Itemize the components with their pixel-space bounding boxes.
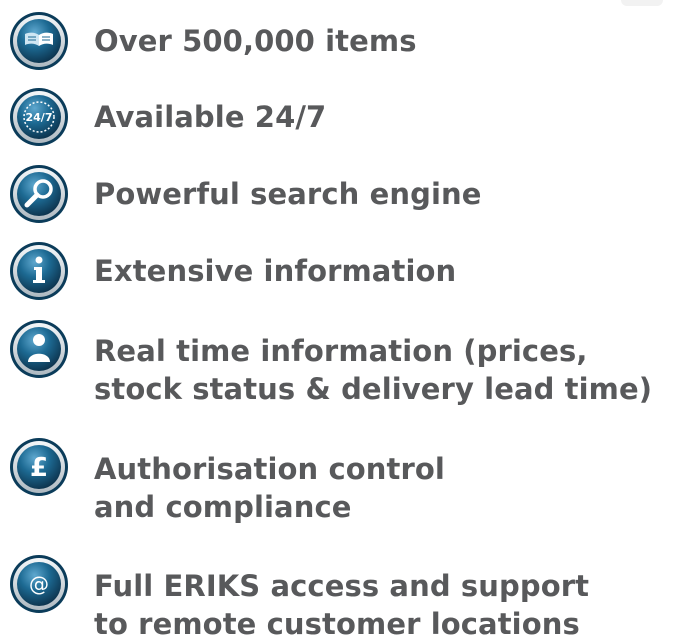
feature-line: Available 24/7 bbox=[94, 100, 327, 134]
feature-line: Authorisation control bbox=[94, 452, 445, 486]
pound-icon: £ bbox=[8, 436, 70, 498]
clock-badge-text: 24/7 bbox=[26, 111, 53, 124]
pound-symbol: £ bbox=[30, 453, 48, 483]
feature-line: Real time information (prices, bbox=[94, 334, 588, 368]
corner-tab bbox=[621, 0, 663, 6]
feature-label: Real time information (prices, stock sta… bbox=[94, 332, 652, 408]
info-icon bbox=[8, 240, 70, 302]
feature-line: stock status & delivery lead time) bbox=[94, 372, 653, 406]
feature-label: Over 500,000 items bbox=[94, 22, 417, 60]
feature-line: and compliance bbox=[94, 490, 352, 524]
at-symbol: @ bbox=[29, 572, 49, 596]
feature-line: Powerful search engine bbox=[94, 177, 482, 211]
feature-line: Full ERIKS access and support bbox=[94, 569, 590, 603]
feature-label: Extensive information bbox=[94, 252, 456, 290]
feature-line: to remote customer locations bbox=[94, 607, 580, 641]
person-icon bbox=[8, 318, 70, 380]
feature-label: Available 24/7 bbox=[94, 98, 326, 136]
feature-label: Powerful search engine bbox=[94, 175, 482, 213]
magnifier-icon bbox=[8, 163, 70, 225]
at-icon: @ bbox=[8, 553, 70, 615]
feature-line: Extensive information bbox=[94, 254, 457, 288]
book-icon bbox=[8, 10, 70, 72]
clock-24-7-icon: 24/7 bbox=[8, 86, 70, 148]
feature-line: Over 500,000 items bbox=[94, 24, 417, 58]
feature-label: Authorisation control and compliance bbox=[94, 450, 445, 526]
feature-label: Full ERIKS access and support to remote … bbox=[94, 567, 589, 643]
